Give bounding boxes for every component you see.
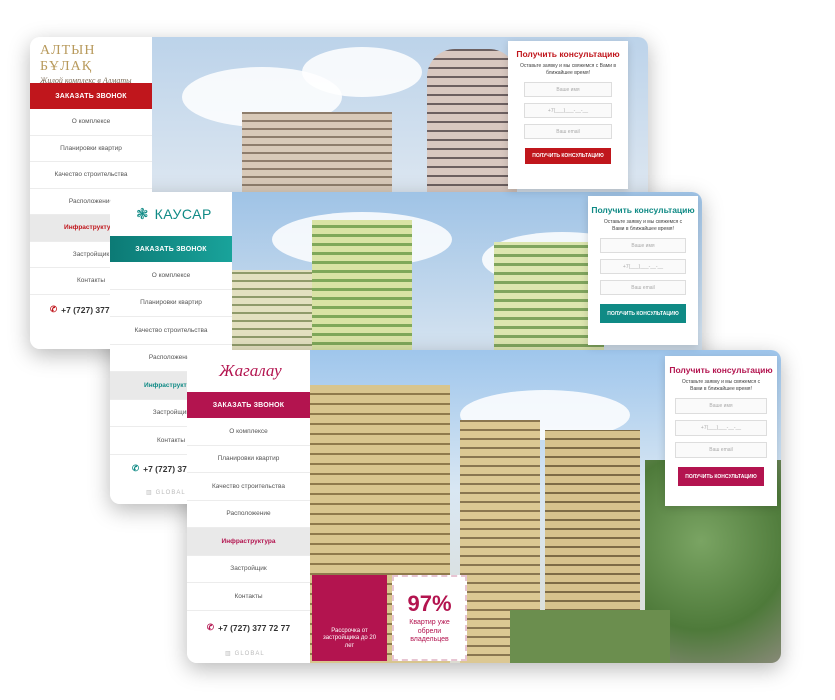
phone-link[interactable]: ✆ +7 (727) 377 72 77 — [187, 611, 310, 645]
logo-subtitle: Жилой комплекс в Алматы — [40, 76, 132, 85]
nav-item-quality[interactable]: Качество строительства — [187, 473, 310, 501]
phone-icon: ✆ — [50, 304, 58, 314]
nav-item-about[interactable]: О комплексе — [30, 109, 152, 136]
call-request-button[interactable]: ЗАКАЗАТЬ ЗВОНОК — [187, 392, 310, 418]
email-field[interactable]: Ваш email — [600, 280, 686, 295]
developer-logo-text: GLOBAL — [155, 489, 186, 496]
phone-icon: ✆ — [132, 463, 140, 473]
name-field[interactable]: Ваше имя — [600, 238, 686, 253]
sold-percent-value: 97% — [407, 591, 452, 617]
phone-number: +7 (727) 377 72 77 — [218, 622, 291, 633]
form-title: Получить консультацию — [516, 49, 620, 59]
building-icon: ▥ — [225, 651, 232, 657]
form-text: Оставьте заявку и мы свяжемся с Вами в б… — [681, 379, 761, 392]
logo: ❃ КАУСАР — [110, 192, 232, 236]
consultation-form: Получить консультацию Оставьте заявку и … — [665, 356, 777, 506]
nav-item-quality[interactable]: Качество строительства — [110, 317, 232, 345]
logo-title: АЛТЫН БҰЛАҚ — [40, 43, 96, 74]
phone-field[interactable]: +7(___)___-__-__ — [524, 103, 612, 118]
sold-percent-promo: 97% Квартир уже обрели владельцев — [392, 575, 467, 661]
name-field[interactable]: Ваше имя — [524, 82, 612, 97]
form-text: Оставьте заявку и мы свяжемся с Вами в б… — [519, 63, 617, 76]
submit-button[interactable]: ПОЛУЧИТЬ КОНСУЛЬТАЦИЮ — [525, 148, 611, 164]
developer-logo: ▥ GLOBAL — [187, 645, 310, 663]
email-field[interactable]: Ваш email — [524, 124, 612, 139]
phone-icon: ✆ — [206, 622, 215, 632]
nav-item-layouts[interactable]: Планировки квартир — [110, 290, 232, 317]
screenshot-zhagalau: Жагалау ЗАКАЗАТЬ ЗВОНОК О комплексе План… — [187, 350, 781, 663]
flower-logo-icon: ❃ — [136, 206, 149, 223]
phone-number: +7 (727) 377 — [61, 304, 110, 315]
nav-item-location[interactable]: Расположение — [187, 501, 310, 528]
phone-field[interactable]: +7(___)___-__-__ — [600, 259, 686, 274]
nav-menu: О комплексе Планировки квартир Качество … — [187, 418, 310, 611]
consultation-form: Получить консультацию Оставьте заявку и … — [508, 41, 628, 189]
logo: Жагалау — [187, 350, 310, 392]
submit-button[interactable]: ПОЛУЧИТЬ КОНСУЛЬТАЦИЮ — [678, 467, 764, 486]
installment-promo: Рассрочка от застройщика до 20 лет — [312, 575, 387, 661]
nav-item-layouts[interactable]: Планировки квартир — [187, 446, 310, 473]
submit-button[interactable]: ПОЛУЧИТЬ КОНСУЛЬТАЦИЮ — [600, 304, 686, 323]
building-icon: ▥ — [146, 490, 153, 496]
nav-item-layouts[interactable]: Планировки квартир — [30, 136, 152, 162]
nav-item-developer[interactable]: Застройщик — [187, 556, 310, 583]
installment-promo-text: Рассрочка от застройщика до 20 лет — [322, 627, 377, 650]
sidebar: Жагалау ЗАКАЗАТЬ ЗВОНОК О комплексе План… — [187, 350, 310, 663]
phone-number: +7 (727) 377 — [143, 463, 192, 474]
email-field[interactable]: Ваш email — [675, 442, 767, 458]
developer-logo-text: GLOBAL — [234, 650, 265, 657]
phone-field[interactable]: +7(___)___-__-__ — [675, 420, 767, 436]
nav-item-about[interactable]: О комплексе — [187, 418, 310, 446]
name-field[interactable]: Ваше имя — [675, 398, 767, 414]
nav-item-about[interactable]: О комплексе — [110, 262, 232, 290]
logo-title: КАУСАР — [154, 206, 212, 222]
form-title: Получить консультацию — [591, 205, 695, 215]
consultation-form: Получить консультацию Оставьте заявку и … — [588, 196, 698, 345]
nav-item-quality[interactable]: Качество строительства — [30, 162, 152, 189]
form-text: Оставьте заявку и мы свяжемся с Вами в б… — [603, 219, 683, 232]
logo-title: Жагалау — [219, 361, 282, 380]
logo: АЛТЫН БҰЛАҚ Жилой комплекс в Алматы — [30, 37, 152, 85]
nav-item-contacts[interactable]: Контакты — [187, 583, 310, 611]
sold-percent-text: Квартир уже обрели владельцев — [409, 619, 450, 644]
call-request-button[interactable]: ЗАКАЗАТЬ ЗВОНОК — [30, 83, 152, 109]
form-title: Получить консультацию — [669, 365, 773, 375]
nav-item-infrastructure[interactable]: Инфраструктура — [187, 528, 310, 556]
call-request-button[interactable]: ЗАКАЗАТЬ ЗВОНОК — [110, 236, 232, 262]
